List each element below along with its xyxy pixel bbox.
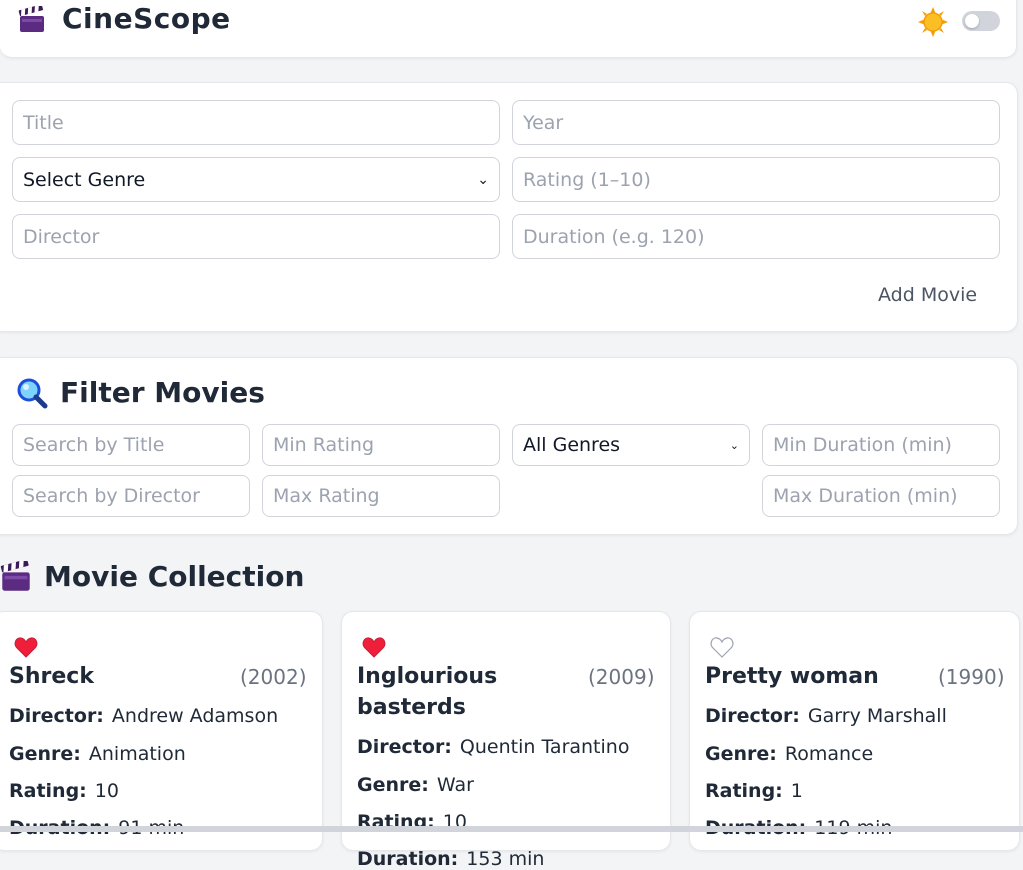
filter-heading: Filter Movies — [16, 376, 265, 409]
rating-input[interactable] — [512, 157, 1000, 202]
genre-filter-select[interactable]: All Genres ⌄ — [512, 424, 750, 466]
heart-icon[interactable] — [710, 636, 734, 658]
clapperboard-icon — [0, 560, 30, 591]
director-input[interactable] — [12, 214, 500, 259]
app-header: CineScope — [0, 0, 1017, 58]
window-bottom-edge — [0, 826, 1023, 832]
filter-title: Filter Movies — [60, 376, 265, 409]
movie-genre-row: Genre: Romance — [705, 743, 874, 765]
search-title-input[interactable] — [12, 424, 250, 466]
sun-icon[interactable] — [918, 7, 948, 37]
genre-select-value: Select Genre — [23, 168, 146, 191]
movie-card — [0, 611, 323, 851]
chevron-down-icon: ⌄ — [477, 171, 489, 188]
collection-title: Movie Collection — [44, 560, 305, 593]
movie-genre-row: Genre: War — [357, 774, 474, 796]
movie-director-row: Director: Garry Marshall — [705, 705, 947, 727]
search-director-input[interactable] — [12, 475, 250, 517]
add-movie-button[interactable]: Add Movie — [878, 284, 977, 306]
movie-director-row: Director: Andrew Adamson — [9, 705, 279, 727]
movie-director-row: Director: Quentin Tarantino — [357, 736, 630, 758]
min-duration-input[interactable] — [762, 424, 1000, 466]
year-input[interactable] — [512, 100, 1000, 145]
min-rating-input[interactable] — [262, 424, 500, 466]
max-rating-input[interactable] — [262, 475, 500, 517]
movie-title: Inglourious basterds — [357, 664, 498, 720]
movie-title: Shreck — [9, 664, 94, 689]
heart-icon[interactable] — [14, 636, 38, 658]
movie-year: (1990) — [938, 665, 1005, 689]
genre-select[interactable]: Select Genre ⌄ — [12, 157, 500, 202]
clapperboard-icon — [18, 6, 44, 32]
theme-toggle[interactable] — [962, 11, 1000, 31]
title-input[interactable] — [12, 100, 500, 145]
app-title: CineScope — [62, 2, 231, 35]
movie-rating-row: Rating: 1 — [705, 780, 803, 802]
movie-duration-row: Duration: 153 min — [357, 848, 545, 870]
toggle-knob — [965, 14, 979, 28]
movie-year: (2009) — [588, 665, 655, 689]
movie-genre-row: Genre: Animation — [9, 743, 186, 765]
chevron-down-icon: ⌄ — [729, 438, 739, 452]
duration-input[interactable] — [512, 214, 1000, 259]
magnifier-icon — [17, 378, 48, 408]
movie-year: (2002) — [240, 665, 307, 689]
movie-rating-row: Rating: 10 — [9, 780, 119, 802]
genre-filter-value: All Genres — [523, 434, 621, 456]
collection-heading: Movie Collection — [0, 560, 304, 593]
max-duration-input[interactable] — [762, 475, 1000, 517]
movie-title: Pretty woman — [705, 664, 879, 689]
movie-card — [689, 611, 1020, 851]
heart-icon[interactable] — [362, 636, 386, 658]
